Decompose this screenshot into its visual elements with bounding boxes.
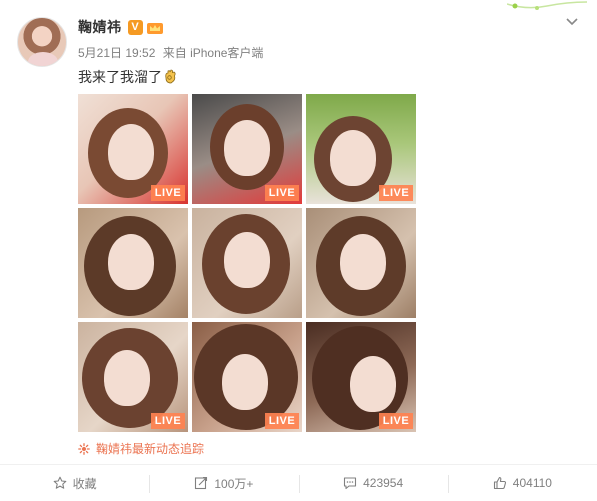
repost-icon bbox=[195, 476, 208, 490]
vip-icon[interactable]: V bbox=[127, 19, 143, 35]
like-button[interactable]: 404110 bbox=[447, 465, 597, 501]
repost-count: 100万+ bbox=[214, 476, 254, 491]
weibo-post-card: 鞠婧祎 V 5月21日 19:52 来自 iPhone客户端 我来了我溜了 LI… bbox=[0, 0, 597, 501]
post-meta: 5月21日 19:52 来自 iPhone客户端 bbox=[78, 44, 263, 61]
avatar[interactable] bbox=[17, 17, 67, 67]
tracker-link[interactable]: 鞠婧祎最新动态追踪 bbox=[78, 440, 204, 457]
photo-9[interactable]: LIVE bbox=[306, 322, 416, 432]
tracker-icon bbox=[78, 442, 90, 455]
favorite-button[interactable]: 收藏 bbox=[0, 465, 149, 501]
action-bar: 收藏 100万+ 423954 404110 bbox=[0, 464, 597, 501]
live-badge: LIVE bbox=[265, 185, 299, 201]
photo-grid: LIVE LIVE LIVE LIVE LIVE LIVE bbox=[78, 94, 416, 432]
comment-icon bbox=[344, 477, 357, 490]
photo-8[interactable]: LIVE bbox=[192, 322, 302, 432]
live-badge: LIVE bbox=[265, 413, 299, 429]
like-count: 404110 bbox=[512, 476, 552, 490]
live-badge: LIVE bbox=[151, 413, 185, 429]
photo-3[interactable]: LIVE bbox=[306, 94, 416, 204]
card-decoration bbox=[507, 0, 597, 22]
chevron-down-icon[interactable] bbox=[565, 14, 579, 28]
favorite-icon bbox=[53, 476, 66, 489]
crown-icon[interactable] bbox=[146, 20, 164, 35]
photo-4[interactable] bbox=[78, 208, 188, 318]
post-source: 来自 iPhone客户端 bbox=[162, 46, 264, 60]
live-badge: LIVE bbox=[151, 185, 185, 201]
post-text-row: 我来了我溜了 bbox=[78, 67, 177, 87]
photo-1[interactable]: LIVE bbox=[78, 94, 188, 204]
tracker-text[interactable]: 鞠婧祎最新动态追踪 bbox=[96, 440, 204, 457]
ok-hand-icon bbox=[165, 69, 176, 84]
like-icon bbox=[493, 476, 506, 490]
photo-7[interactable]: LIVE bbox=[78, 322, 188, 432]
comment-button[interactable]: 423954 bbox=[298, 465, 448, 501]
comment-count: 423954 bbox=[363, 476, 404, 490]
favorite-label: 收藏 bbox=[72, 476, 97, 491]
user-row: 鞠婧祎 V bbox=[78, 18, 164, 36]
live-badge: LIVE bbox=[379, 185, 413, 201]
live-badge: LIVE bbox=[379, 413, 413, 429]
repost-button[interactable]: 100万+ bbox=[149, 465, 298, 501]
post-text: 我来了我溜了 bbox=[78, 69, 162, 85]
photo-2[interactable]: LIVE bbox=[192, 94, 302, 204]
photo-5[interactable] bbox=[192, 208, 302, 318]
photo-6[interactable] bbox=[306, 208, 416, 318]
post-date[interactable]: 5月21日 19:52 bbox=[78, 46, 155, 60]
username[interactable]: 鞠婧祎 bbox=[78, 17, 122, 37]
